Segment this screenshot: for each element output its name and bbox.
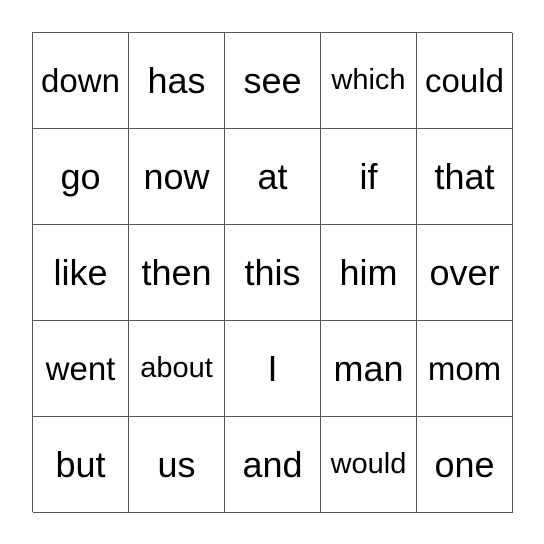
bingo-cell[interactable]: about bbox=[129, 321, 225, 417]
bingo-cell[interactable]: one bbox=[417, 417, 513, 513]
bingo-cell[interactable]: down bbox=[33, 33, 129, 129]
bingo-card: down has see which could go now at if th… bbox=[32, 32, 513, 513]
bingo-cell[interactable]: that bbox=[417, 129, 513, 225]
bingo-cell[interactable]: see bbox=[225, 33, 321, 129]
bingo-cell[interactable]: but bbox=[33, 417, 129, 513]
bingo-cell[interactable]: if bbox=[321, 129, 417, 225]
bingo-cell[interactable]: went bbox=[33, 321, 129, 417]
bingo-cell[interactable]: like bbox=[33, 225, 129, 321]
bingo-cell[interactable]: I bbox=[225, 321, 321, 417]
bingo-cell[interactable]: at bbox=[225, 129, 321, 225]
bingo-cell[interactable]: which bbox=[321, 33, 417, 129]
bingo-cell[interactable]: him bbox=[321, 225, 417, 321]
bingo-cell[interactable]: would bbox=[321, 417, 417, 513]
bingo-cell[interactable]: man bbox=[321, 321, 417, 417]
bingo-cell[interactable]: this bbox=[225, 225, 321, 321]
bingo-cell[interactable]: and bbox=[225, 417, 321, 513]
bingo-cell[interactable]: over bbox=[417, 225, 513, 321]
bingo-cell[interactable]: mom bbox=[417, 321, 513, 417]
bingo-cell[interactable]: then bbox=[129, 225, 225, 321]
bingo-cell[interactable]: could bbox=[417, 33, 513, 129]
bingo-cell[interactable]: go bbox=[33, 129, 129, 225]
bingo-cell[interactable]: has bbox=[129, 33, 225, 129]
bingo-cell[interactable]: now bbox=[129, 129, 225, 225]
bingo-cell[interactable]: us bbox=[129, 417, 225, 513]
